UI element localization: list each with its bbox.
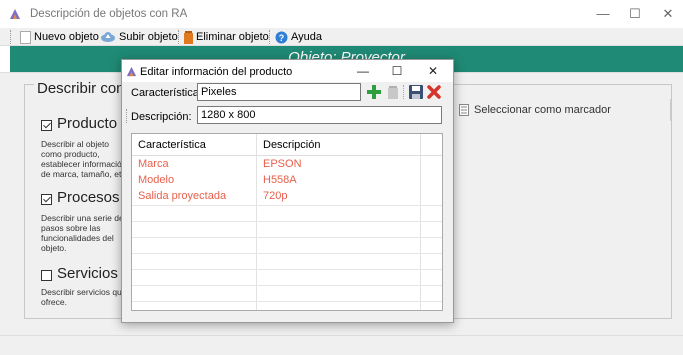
upload-object-button[interactable]: Subir objeto bbox=[100, 30, 178, 44]
caracteristica-input[interactable] bbox=[197, 83, 361, 101]
dialog-app-icon bbox=[126, 66, 137, 77]
dialog-minimize-button[interactable]: — bbox=[348, 62, 378, 80]
descripcion-input[interactable] bbox=[197, 106, 442, 124]
dialog-close-button[interactable]: ✕ bbox=[418, 62, 448, 80]
table-row[interactable]: Marca EPSON bbox=[132, 156, 442, 172]
new-object-label: Nuevo objeto bbox=[34, 31, 99, 43]
marker-icon bbox=[459, 104, 469, 116]
delete-button[interactable] bbox=[426, 84, 442, 100]
dialog-maximize-button[interactable]: ☐ bbox=[382, 62, 412, 80]
help-button[interactable]: ? Ayuda bbox=[275, 30, 322, 44]
producto-check-mark[interactable] bbox=[41, 119, 52, 131]
window-title: Descripción de objetos con RA bbox=[30, 8, 188, 20]
row-divider bbox=[132, 221, 442, 222]
row-divider bbox=[132, 301, 442, 302]
row-caracteristica: Modelo bbox=[138, 174, 175, 186]
row-divider bbox=[132, 253, 442, 254]
toolbar: Nuevo objeto Subir objeto Eliminar objet… bbox=[0, 28, 683, 46]
row-caracteristica: Marca bbox=[138, 158, 169, 170]
procesos-check-mark[interactable] bbox=[41, 193, 52, 205]
column-header-descripcion[interactable]: Descripción bbox=[263, 139, 320, 151]
title-bar: Descripción de objetos con RA — ☐ ✕ bbox=[0, 0, 683, 28]
save-button[interactable] bbox=[408, 84, 424, 100]
toolbar-grip bbox=[10, 30, 11, 44]
row-descripcion: 720p bbox=[263, 190, 288, 202]
edit-product-dialog: Editar información del producto — ☐ ✕ Ca… bbox=[121, 59, 454, 323]
select-marker-label: Seleccionar como marcador bbox=[474, 104, 611, 116]
row-divider bbox=[132, 237, 442, 238]
save-icon bbox=[409, 85, 423, 99]
close-icon bbox=[427, 85, 441, 99]
servicios-title: Servicios bbox=[57, 265, 118, 282]
trash-icon bbox=[388, 85, 398, 99]
description-grip bbox=[126, 109, 127, 123]
procesos-checkbox[interactable]: Procesos bbox=[41, 189, 120, 206]
plus-icon bbox=[367, 85, 381, 99]
row-descripcion: EPSON bbox=[263, 158, 302, 170]
new-object-button[interactable]: Nuevo objeto bbox=[20, 30, 99, 44]
dialog-title-bar: Editar información del producto — ☐ ✕ bbox=[122, 60, 453, 82]
toolbar-separator-2 bbox=[269, 30, 270, 44]
row-caracteristica: Salida proyectada bbox=[138, 190, 227, 202]
servicios-check-mark[interactable] bbox=[41, 269, 52, 281]
dialog-toolbar-separator bbox=[403, 85, 404, 99]
toolbar-separator bbox=[178, 30, 179, 44]
maximize-button[interactable]: ☐ bbox=[620, 4, 650, 24]
row-divider bbox=[132, 205, 442, 206]
status-bar bbox=[0, 335, 683, 355]
caracteristica-label: Característica: bbox=[131, 87, 202, 99]
table-row[interactable]: Modelo H558A bbox=[132, 172, 442, 188]
column-header-caracteristica[interactable]: Característica bbox=[138, 139, 206, 151]
descripcion-label: Descripción: bbox=[131, 111, 192, 123]
servicios-description: Describir servicios que ofrece. bbox=[41, 287, 127, 307]
help-label: Ayuda bbox=[291, 31, 322, 43]
procesos-title: Procesos bbox=[57, 189, 120, 206]
trash-icon bbox=[184, 30, 193, 44]
delete-object-button[interactable]: Eliminar objeto bbox=[184, 30, 269, 44]
procesos-description: Describir una serie de pasos sobre las f… bbox=[41, 213, 124, 253]
characteristics-grid[interactable]: Característica Descripción Marca EPSON M… bbox=[131, 133, 443, 311]
table-row[interactable]: Salida proyectada 720p bbox=[132, 188, 442, 204]
app-icon bbox=[10, 9, 20, 19]
remove-button[interactable] bbox=[385, 84, 401, 100]
row-divider bbox=[132, 269, 442, 270]
producto-checkbox[interactable]: Producto bbox=[41, 115, 117, 132]
cloud-upload-icon bbox=[101, 32, 115, 42]
row-descripcion: H558A bbox=[263, 174, 297, 186]
producto-description: Describir al objeto como producto, estab… bbox=[41, 139, 128, 179]
grid-header: Característica Descripción bbox=[132, 134, 442, 156]
servicios-checkbox[interactable]: Servicios bbox=[41, 265, 118, 282]
dialog-title: Editar información del producto bbox=[140, 66, 293, 78]
minimize-button[interactable]: — bbox=[588, 4, 618, 24]
svg-text:?: ? bbox=[279, 33, 285, 43]
upload-object-label: Subir objeto bbox=[119, 31, 178, 43]
help-icon: ? bbox=[275, 31, 288, 43]
producto-title: Producto bbox=[57, 115, 118, 132]
delete-object-label: Eliminar objeto bbox=[196, 31, 269, 43]
document-icon bbox=[20, 30, 31, 44]
row-divider bbox=[132, 285, 442, 286]
add-button[interactable] bbox=[366, 84, 382, 100]
select-marker-button[interactable]: Seleccionar como marcador bbox=[453, 99, 671, 121]
close-button[interactable]: ✕ bbox=[653, 4, 683, 24]
